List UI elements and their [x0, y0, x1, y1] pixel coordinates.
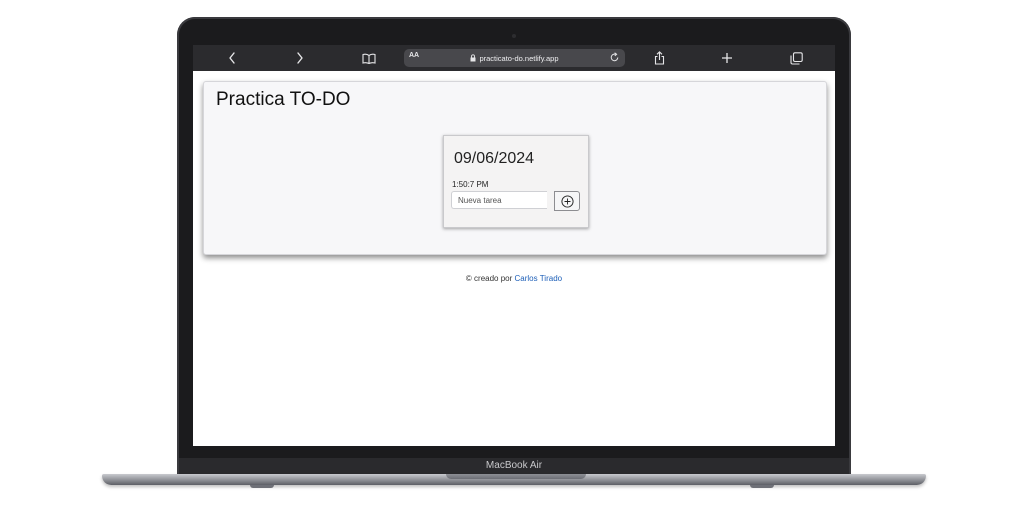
new-tab-button[interactable] [719, 50, 735, 66]
footer-prefix: © creado por [465, 274, 513, 283]
todo-widget: 09/06/2024 1:50:7 PM [443, 135, 589, 228]
tabs-icon [789, 51, 803, 65]
browser-screen: AA practicato-do.netlify.app Practica TO… [193, 45, 835, 446]
plus-icon [722, 53, 732, 63]
laptop-foot-left [250, 485, 274, 488]
book-icon [362, 53, 376, 64]
forward-button[interactable] [292, 50, 308, 66]
new-task-input[interactable] [451, 191, 547, 209]
current-date: 09/06/2024 [454, 150, 535, 167]
todo-card: Practica TO-DO 09/06/2024 1:50:7 PM [203, 81, 827, 255]
page-title: Practica TO-DO [216, 89, 351, 110]
laptop-foot-right [750, 485, 774, 488]
author-link[interactable]: Carlos Tirado [515, 274, 563, 283]
add-task-button[interactable] [554, 191, 580, 211]
camera-icon [512, 34, 516, 38]
url-text: practicato-do.netlify.app [479, 53, 559, 63]
bookmarks-button[interactable] [361, 50, 377, 66]
current-time: 1:50:7 PM [452, 180, 489, 189]
reload-icon[interactable] [609, 52, 620, 63]
laptop-hinge-notch [446, 474, 586, 479]
back-icon [229, 52, 235, 64]
forward-icon [297, 52, 303, 64]
circle-plus-icon [560, 194, 574, 208]
page-footer: © creado por Carlos Tirado [193, 274, 835, 283]
device-brand-label: MacBook Air [485, 460, 543, 471]
tabs-overview-button[interactable] [788, 50, 804, 66]
share-icon [654, 51, 664, 65]
browser-toolbar: AA practicato-do.netlify.app [193, 45, 835, 71]
back-button[interactable] [224, 50, 240, 66]
lock-icon [470, 54, 476, 62]
share-button[interactable] [651, 50, 667, 66]
address-bar[interactable]: AA practicato-do.netlify.app [404, 49, 625, 67]
